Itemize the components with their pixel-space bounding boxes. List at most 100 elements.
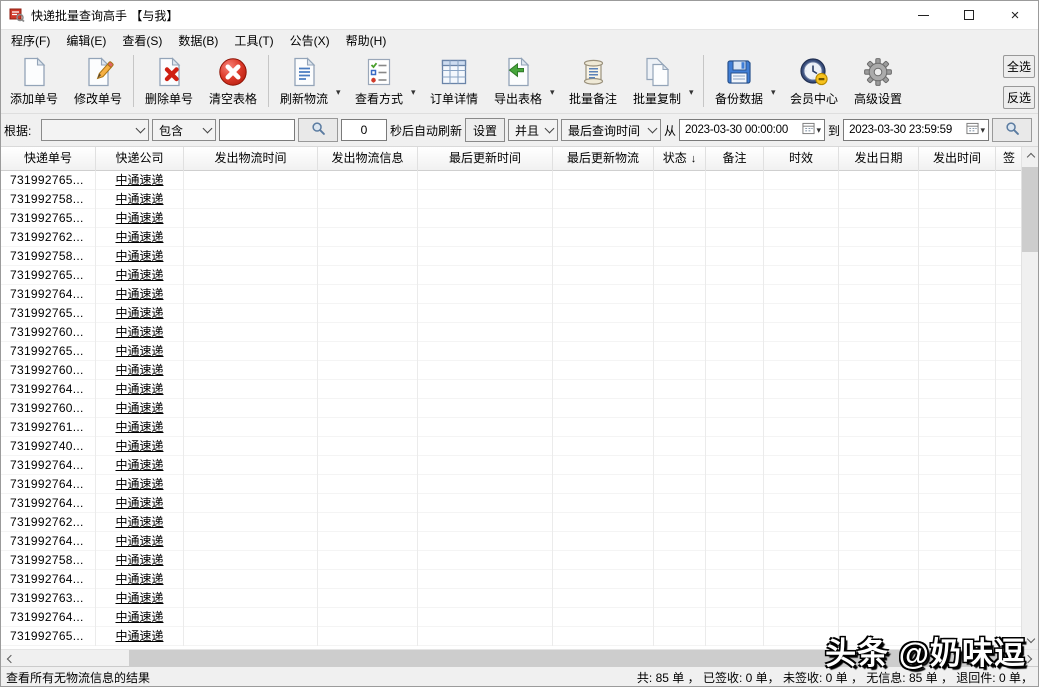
column-header-tracking-no[interactable]: 快递单号 bbox=[1, 147, 96, 171]
table-row[interactable]: 731992758... 中通速递 bbox=[1, 551, 1038, 570]
company-link[interactable]: 中通速递 bbox=[115, 515, 163, 529]
company-link[interactable]: 中通速递 bbox=[115, 325, 163, 339]
vertical-scrollbar-thumb[interactable] bbox=[1022, 167, 1038, 252]
toolbar-button-edit-order[interactable]: 修改单号 bbox=[66, 53, 130, 107]
company-link[interactable]: 中通速递 bbox=[115, 610, 163, 624]
select-all-button[interactable]: 全选 bbox=[1003, 55, 1035, 78]
company-link[interactable]: 中通速递 bbox=[115, 420, 163, 434]
menu-item-data[interactable]: 数据(B) bbox=[170, 29, 226, 52]
company-link[interactable]: 中通速递 bbox=[115, 363, 163, 377]
filter-field-select[interactable] bbox=[41, 119, 149, 141]
vertical-scrollbar[interactable] bbox=[1021, 147, 1038, 649]
table-row[interactable]: 731992760... 中通速递 bbox=[1, 399, 1038, 418]
toolbar-button-batch-note[interactable]: 批量备注 bbox=[561, 53, 625, 107]
column-header-first-logistics-info[interactable]: 发出物流信息 bbox=[318, 147, 418, 171]
filter-search-button[interactable] bbox=[298, 118, 338, 142]
column-header-duration[interactable]: 时效 bbox=[764, 147, 839, 171]
table-row[interactable]: 731992765... 中通速递 bbox=[1, 171, 1038, 190]
dropdown-arrow-icon[interactable]: ▾ bbox=[336, 69, 347, 98]
toolbar-button-batch-copy[interactable]: 批量复制 bbox=[625, 53, 689, 107]
column-header-last-update-time[interactable]: 最后更新时间 bbox=[418, 147, 553, 171]
table-row[interactable]: 731992764... 中通速递 bbox=[1, 570, 1038, 589]
table-row[interactable]: 731992765... 中通速递 bbox=[1, 304, 1038, 323]
column-header-last-update-logistics[interactable]: 最后更新物流 bbox=[553, 147, 654, 171]
toolbar-button-refresh-logistics[interactable]: 刷新物流 bbox=[272, 53, 336, 107]
from-datetime-picker[interactable]: 2023-03-30 00:00:00 ▾ bbox=[679, 119, 826, 141]
table-row[interactable]: 731992765... 中通速递 bbox=[1, 266, 1038, 285]
table-row[interactable]: 731992764... 中通速递 bbox=[1, 475, 1038, 494]
company-link[interactable]: 中通速递 bbox=[115, 211, 163, 225]
scroll-left-icon[interactable] bbox=[1, 650, 18, 667]
company-link[interactable]: 中通速递 bbox=[115, 173, 163, 187]
table-row[interactable]: 731992758... 中通速递 bbox=[1, 247, 1038, 266]
table-row[interactable]: 731992758... 中通速递 bbox=[1, 190, 1038, 209]
toolbar-button-view-mode[interactable]: 查看方式 bbox=[347, 53, 411, 107]
minimize-button[interactable] bbox=[900, 1, 946, 29]
dropdown-arrow-icon[interactable]: ▾ bbox=[771, 69, 782, 98]
toolbar-button-export-grid[interactable]: 导出表格 bbox=[486, 53, 550, 107]
table-row[interactable]: 731992764... 中通速递 bbox=[1, 380, 1038, 399]
table-row[interactable]: 731992764... 中通速递 bbox=[1, 285, 1038, 304]
toolbar-button-advanced-settings[interactable]: 高级设置 bbox=[846, 53, 910, 107]
table-row[interactable]: 731992764... 中通速递 bbox=[1, 532, 1038, 551]
filter-and-select[interactable]: 并且 bbox=[508, 119, 559, 141]
menu-item-notice[interactable]: 公告(X) bbox=[282, 29, 338, 52]
to-datetime-picker[interactable]: 2023-03-30 23:59:59 ▾ bbox=[843, 119, 990, 141]
company-link[interactable]: 中通速递 bbox=[115, 287, 163, 301]
menu-item-program[interactable]: 程序(F) bbox=[3, 29, 58, 52]
company-link[interactable]: 中通速递 bbox=[115, 192, 163, 206]
menu-item-tools[interactable]: 工具(T) bbox=[226, 29, 281, 52]
table-row[interactable]: 731992764... 中通速递 bbox=[1, 608, 1038, 627]
query-search-button[interactable] bbox=[992, 118, 1033, 142]
table-row[interactable]: 731992764... 中通速递 bbox=[1, 494, 1038, 513]
company-link[interactable]: 中通速递 bbox=[115, 553, 163, 567]
column-header-sign[interactable]: 签 bbox=[996, 147, 1023, 171]
company-link[interactable]: 中通速递 bbox=[115, 439, 163, 453]
table-row[interactable]: 731992740... 中通速递 bbox=[1, 437, 1038, 456]
company-link[interactable]: 中通速递 bbox=[115, 477, 163, 491]
table-row[interactable]: 731992761... 中通速递 bbox=[1, 418, 1038, 437]
table-row[interactable]: 731992762... 中通速递 bbox=[1, 228, 1038, 247]
company-link[interactable]: 中通速递 bbox=[115, 306, 163, 320]
menu-item-view[interactable]: 查看(S) bbox=[114, 29, 170, 52]
toolbar-button-backup-data[interactable]: 备份数据 bbox=[707, 53, 771, 107]
company-link[interactable]: 中通速递 bbox=[115, 534, 163, 548]
menu-item-edit[interactable]: 编辑(E) bbox=[58, 29, 114, 52]
company-link[interactable]: 中通速递 bbox=[115, 344, 163, 358]
company-link[interactable]: 中通速递 bbox=[115, 268, 163, 282]
column-header-first-logistics-time[interactable]: 发出物流时间 bbox=[184, 147, 318, 171]
company-link[interactable]: 中通速递 bbox=[115, 249, 163, 263]
toolbar-button-add-order[interactable]: 添加单号 bbox=[2, 53, 66, 107]
column-header-send-date[interactable]: 发出日期 bbox=[839, 147, 919, 171]
column-header-note[interactable]: 备注 bbox=[706, 147, 764, 171]
table-row[interactable]: 731992764... 中通速递 bbox=[1, 456, 1038, 475]
company-link[interactable]: 中通速递 bbox=[115, 572, 163, 586]
filter-time-field-select[interactable]: 最后查询时间 bbox=[561, 119, 662, 141]
column-header-send-time[interactable]: 发出时间 bbox=[919, 147, 996, 171]
table-row[interactable]: 731992760... 中通速递 bbox=[1, 361, 1038, 380]
toolbar-button-member-center[interactable]: 会员中心 bbox=[782, 53, 846, 107]
dropdown-arrow-icon[interactable]: ▾ bbox=[411, 69, 422, 98]
column-header-company[interactable]: 快递公司 bbox=[96, 147, 184, 171]
settings-button[interactable]: 设置 bbox=[465, 118, 506, 142]
filter-search-input[interactable] bbox=[219, 119, 295, 141]
company-link[interactable]: 中通速递 bbox=[115, 230, 163, 244]
maximize-button[interactable] bbox=[946, 1, 992, 29]
auto-refresh-seconds-input[interactable] bbox=[341, 119, 387, 141]
table-row[interactable]: 731992760... 中通速递 bbox=[1, 323, 1038, 342]
dropdown-arrow-icon[interactable]: ▾ bbox=[550, 69, 561, 98]
scroll-up-icon[interactable] bbox=[1022, 147, 1038, 164]
company-link[interactable]: 中通速递 bbox=[115, 382, 163, 396]
company-link[interactable]: 中通速递 bbox=[115, 496, 163, 510]
toolbar-button-order-detail[interactable]: 订单详情 bbox=[422, 53, 486, 107]
table-row[interactable]: 731992765... 中通速递 bbox=[1, 209, 1038, 228]
company-link[interactable]: 中通速递 bbox=[115, 629, 163, 643]
table-row[interactable]: 731992762... 中通速递 bbox=[1, 513, 1038, 532]
company-link[interactable]: 中通速递 bbox=[115, 591, 163, 605]
toolbar-button-clear-grid[interactable]: 清空表格 bbox=[201, 53, 265, 107]
filter-match-select[interactable]: 包含 bbox=[152, 119, 216, 141]
toolbar-button-delete-order[interactable]: 删除单号 bbox=[137, 53, 201, 107]
column-header-status[interactable]: 状态 ↓ bbox=[654, 147, 706, 171]
table-row[interactable]: 731992765... 中通速递 bbox=[1, 342, 1038, 361]
close-button[interactable]: × bbox=[992, 1, 1038, 29]
